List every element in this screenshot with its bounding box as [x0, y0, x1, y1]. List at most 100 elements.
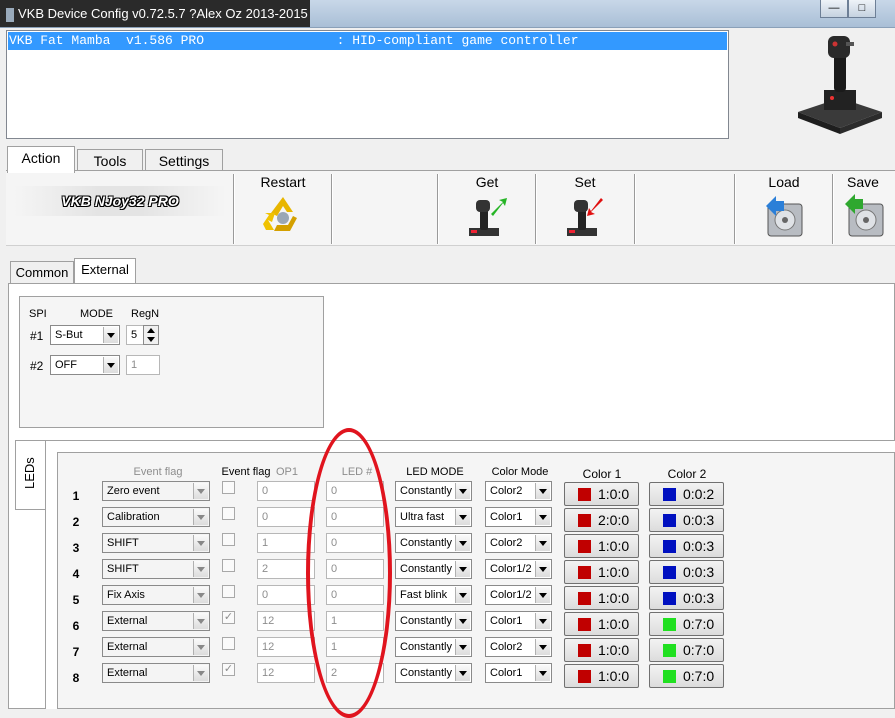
op1-field[interactable]: 0	[257, 481, 315, 501]
color1-button[interactable]: 2:0:0	[564, 508, 639, 532]
chevron-down-icon[interactable]	[535, 483, 550, 499]
op1-field[interactable]: 12	[257, 637, 315, 657]
led-mode-select[interactable]: Constantly	[395, 611, 472, 631]
color1-button[interactable]: 1:0:0	[564, 482, 639, 506]
chevron-down-icon[interactable]	[535, 561, 550, 577]
event-select[interactable]: External	[102, 611, 210, 631]
chevron-down-icon[interactable]	[193, 587, 208, 603]
color1-header: Color 1	[582, 467, 622, 481]
chevron-down-icon[interactable]	[103, 327, 118, 343]
chevron-down-icon[interactable]	[455, 639, 470, 655]
chevron-down-icon[interactable]	[103, 357, 118, 373]
event-flag-checkbox[interactable]	[222, 533, 235, 546]
color-mode-select[interactable]: Color1	[485, 611, 552, 631]
chevron-down-icon[interactable]	[455, 561, 470, 577]
color-mode-select[interactable]: Color1	[485, 507, 552, 527]
device-list[interactable]: VKB Fat Mamba v1.586 PRO : HID-compliant…	[6, 30, 729, 139]
tab-leds[interactable]: LEDs	[15, 440, 45, 510]
set-button[interactable]: Set	[538, 171, 632, 243]
event-select[interactable]: Calibration	[102, 507, 210, 527]
led-mode-value: Constantly	[400, 641, 452, 653]
chevron-down-icon[interactable]	[535, 665, 550, 681]
chevron-down-icon[interactable]	[193, 535, 208, 551]
color2-button[interactable]: 0:0:3	[649, 534, 724, 558]
device-list-item[interactable]: VKB Fat Mamba v1.586 PRO : HID-compliant…	[8, 32, 727, 50]
op1-field[interactable]: 12	[257, 663, 315, 683]
color2-button[interactable]: 0:7:0	[649, 638, 724, 662]
color2-button[interactable]: 0:0:2	[649, 482, 724, 506]
maximize-button[interactable]: □	[848, 0, 876, 18]
event-flag-checkbox[interactable]	[222, 481, 235, 494]
led-mode-select[interactable]: Fast blink	[395, 585, 472, 605]
chevron-down-icon[interactable]	[193, 509, 208, 525]
load-button[interactable]: Load	[737, 171, 831, 243]
chevron-down-icon[interactable]	[455, 587, 470, 603]
spi-2-mode-select[interactable]: OFF	[50, 355, 120, 375]
event-select[interactable]: Zero event	[102, 481, 210, 501]
chevron-down-icon[interactable]	[455, 483, 470, 499]
get-button[interactable]: Get	[440, 171, 534, 243]
tab-common[interactable]: Common	[10, 261, 74, 283]
color2-button[interactable]: 0:7:0	[649, 664, 724, 688]
chevron-down-icon[interactable]	[455, 535, 470, 551]
chevron-down-icon[interactable]	[193, 665, 208, 681]
spi-1-mode-select[interactable]: S-But	[50, 325, 120, 345]
color-mode-select[interactable]: Color1/2	[485, 559, 552, 579]
color2-button[interactable]: 0:0:3	[649, 508, 724, 532]
color-mode-select[interactable]: Color2	[485, 533, 552, 553]
led-mode-select[interactable]: Constantly	[395, 637, 472, 657]
chevron-down-icon[interactable]	[455, 613, 470, 629]
led-mode-select[interactable]: Constantly	[395, 663, 472, 683]
color1-button[interactable]: 1:0:0	[564, 612, 639, 636]
color1-button[interactable]: 1:0:0	[564, 664, 639, 688]
led-mode-select[interactable]: Constantly	[395, 533, 472, 553]
event-flag-checkbox[interactable]: ✓	[222, 663, 235, 676]
color1-button[interactable]: 1:0:0	[564, 638, 639, 662]
event-flag-checkbox[interactable]: ✓	[222, 611, 235, 624]
event-select[interactable]: External	[102, 637, 210, 657]
chevron-down-icon[interactable]	[535, 535, 550, 551]
save-button[interactable]: Save	[835, 171, 895, 243]
event-select[interactable]: SHIFT	[102, 559, 210, 579]
led-mode-select[interactable]: Ultra fast	[395, 507, 472, 527]
chevron-down-icon[interactable]	[455, 665, 470, 681]
color-mode-select[interactable]: Color2	[485, 637, 552, 657]
spi-2-regn-field[interactable]: 1	[126, 355, 160, 375]
event-select[interactable]: Fix Axis	[102, 585, 210, 605]
color1-button[interactable]: 1:0:0	[564, 560, 639, 584]
tab-external[interactable]: External	[74, 258, 136, 283]
chevron-down-icon[interactable]	[535, 613, 550, 629]
led-mode-select[interactable]: Constantly	[395, 559, 472, 579]
chevron-down-icon[interactable]	[193, 483, 208, 499]
event-select[interactable]: SHIFT	[102, 533, 210, 553]
color2-button[interactable]: 0:7:0	[649, 612, 724, 636]
color1-button[interactable]: 1:0:0	[564, 534, 639, 558]
minimize-button[interactable]: —	[820, 0, 848, 18]
op1-field[interactable]: 12	[257, 611, 315, 631]
event-flag-checkbox[interactable]	[222, 559, 235, 572]
chevron-down-icon[interactable]	[535, 587, 550, 603]
spi-row-1-label: #1	[30, 329, 44, 343]
color-mode-select[interactable]: Color1/2	[485, 585, 552, 605]
op1-field[interactable]: 0	[257, 507, 315, 527]
event-select[interactable]: External	[102, 663, 210, 683]
chevron-down-icon[interactable]	[535, 639, 550, 655]
event-flag-checkbox[interactable]	[222, 637, 235, 650]
color2-button[interactable]: 0:0:3	[649, 560, 724, 584]
event-flag-checkbox[interactable]	[222, 585, 235, 598]
color2-button[interactable]: 0:0:3	[649, 586, 724, 610]
chevron-down-icon[interactable]	[455, 509, 470, 525]
color-mode-value: Color2	[490, 485, 523, 497]
chevron-down-icon[interactable]	[193, 639, 208, 655]
color-mode-select[interactable]: Color1	[485, 663, 552, 683]
chevron-down-icon[interactable]	[193, 613, 208, 629]
tab-action[interactable]: Action	[7, 146, 75, 173]
restart-button[interactable]: Restart	[236, 171, 330, 243]
chevron-down-icon[interactable]	[535, 509, 550, 525]
color1-button[interactable]: 1:0:0	[564, 586, 639, 610]
color-mode-select[interactable]: Color2	[485, 481, 552, 501]
event-flag-checkbox[interactable]	[222, 507, 235, 520]
spi-1-regn-spinner[interactable]	[143, 325, 159, 345]
chevron-down-icon[interactable]	[193, 561, 208, 577]
led-mode-select[interactable]: Constantly	[395, 481, 472, 501]
